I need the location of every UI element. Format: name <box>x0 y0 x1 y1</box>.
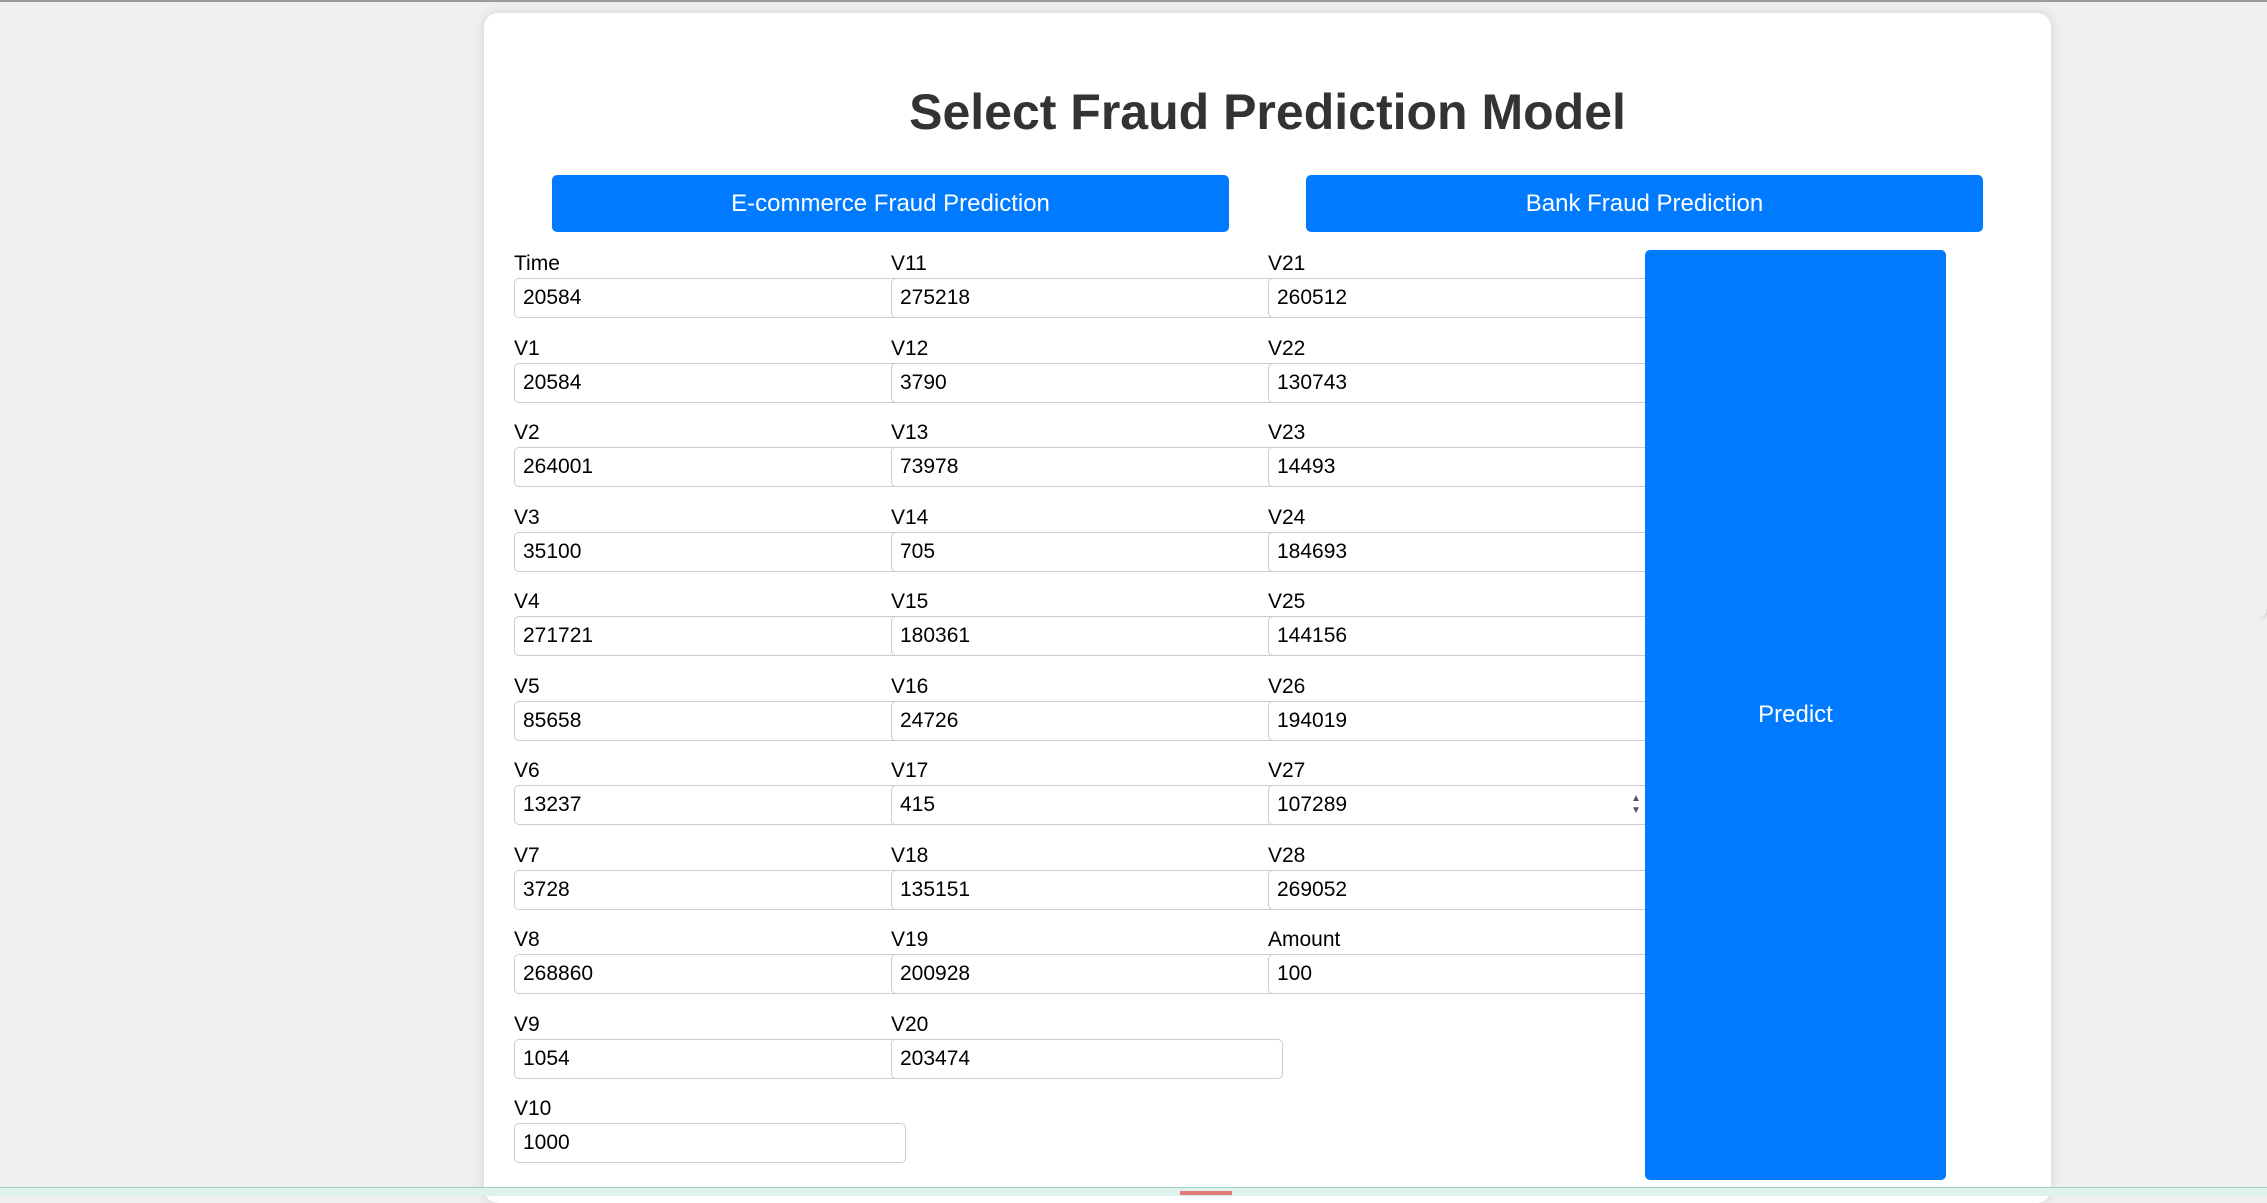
field-v7: V7 <box>514 842 906 910</box>
field-input-v9[interactable] <box>514 1039 906 1079</box>
field-label: V26 <box>1268 675 1306 698</box>
field-input-v22[interactable] <box>1268 363 1660 403</box>
field-input-v14[interactable] <box>891 532 1283 572</box>
field-label: V18 <box>891 844 929 867</box>
field-input-v24[interactable] <box>1268 532 1660 572</box>
field-input-v13[interactable] <box>891 447 1283 487</box>
field-label: V2 <box>514 421 540 444</box>
field-input-amount[interactable] <box>1268 954 1660 994</box>
field-label: Amount <box>1268 928 1341 951</box>
window-top-border <box>0 0 2267 2</box>
field-v1: V1 <box>514 335 906 403</box>
field-label: V3 <box>514 506 540 529</box>
field-label: V27 <box>1268 759 1306 782</box>
field-input-v21[interactable] <box>1268 278 1660 318</box>
field-v9: V9 <box>514 1011 906 1079</box>
field-label: V25 <box>1268 590 1306 613</box>
field-v5: V5 <box>514 673 906 741</box>
field-v16: V16 <box>891 673 1283 741</box>
field-label: V23 <box>1268 421 1306 444</box>
field-label: V20 <box>891 1013 929 1036</box>
field-v2: V2 <box>514 419 906 487</box>
field-time: Time <box>514 250 906 318</box>
number-spinner-icon[interactable]: ▲ ▼ <box>1629 793 1643 819</box>
field-label: V28 <box>1268 844 1306 867</box>
field-input-v15[interactable] <box>891 616 1283 656</box>
field-input-v6[interactable] <box>514 785 906 825</box>
field-v17: V17 <box>891 757 1283 825</box>
field-input-v17[interactable] <box>891 785 1283 825</box>
field-input-v10[interactable] <box>514 1123 906 1163</box>
side-panel-edge <box>2255 0 2267 620</box>
field-input-v23[interactable] <box>1268 447 1660 487</box>
field-v22: V22 <box>1268 335 1660 403</box>
field-input-v20[interactable] <box>891 1039 1283 1079</box>
field-input-v4[interactable] <box>514 616 906 656</box>
field-label: V12 <box>891 337 929 360</box>
field-input-v2[interactable] <box>514 447 906 487</box>
field-label: V11 <box>891 252 927 275</box>
field-label: V5 <box>514 675 540 698</box>
field-v11: V11 <box>891 250 1283 318</box>
field-label: V22 <box>1268 337 1306 360</box>
field-input-v26[interactable] <box>1268 701 1660 741</box>
field-v10: V10 <box>514 1095 906 1163</box>
field-v14: V14 <box>891 504 1283 572</box>
field-v25: V25 <box>1268 588 1660 656</box>
field-v18: V18 <box>891 842 1283 910</box>
page-title: Select Fraud Prediction Model <box>909 84 1626 140</box>
field-label: V24 <box>1268 506 1306 529</box>
predict-button[interactable]: Predict <box>1645 250 1946 1180</box>
field-v24: V24 <box>1268 504 1660 572</box>
field-label: V1 <box>514 337 540 360</box>
field-input-v8[interactable] <box>514 954 906 994</box>
bank-fraud-button[interactable]: Bank Fraud Prediction <box>1306 175 1983 232</box>
field-label: V16 <box>891 675 929 698</box>
field-v4: V4 <box>514 588 906 656</box>
field-label: V10 <box>514 1097 552 1120</box>
field-label: Time <box>514 252 560 275</box>
field-input-time[interactable] <box>514 278 906 318</box>
field-v8: V8 <box>514 926 906 994</box>
field-label: V21 <box>1268 252 1306 275</box>
field-v3: V3 <box>514 504 906 572</box>
field-input-v25[interactable] <box>1268 616 1660 656</box>
field-input-v16[interactable] <box>891 701 1283 741</box>
field-v23: V23 <box>1268 419 1660 487</box>
field-label: V9 <box>514 1013 540 1036</box>
taskbar-indicator <box>1180 1191 1232 1195</box>
field-v20: V20 <box>891 1011 1283 1079</box>
field-v21: V21 <box>1268 250 1660 318</box>
field-v28: V28 <box>1268 842 1660 910</box>
field-v15: V15 <box>891 588 1283 656</box>
field-v6: V6 <box>514 757 906 825</box>
field-input-v19[interactable] <box>891 954 1283 994</box>
field-label: V8 <box>514 928 540 951</box>
field-input-v18[interactable] <box>891 870 1283 910</box>
field-label: V19 <box>891 928 929 951</box>
field-v13: V13 <box>891 419 1283 487</box>
field-input-v28[interactable] <box>1268 870 1660 910</box>
field-label: V4 <box>514 590 540 613</box>
field-label: V7 <box>514 844 540 867</box>
field-v12: V12 <box>891 335 1283 403</box>
field-v27: V27 <box>1268 757 1660 825</box>
field-amount: Amount <box>1268 926 1660 994</box>
field-label: V15 <box>891 590 929 613</box>
field-input-v3[interactable] <box>514 532 906 572</box>
field-input-v1[interactable] <box>514 363 906 403</box>
field-label: V13 <box>891 421 929 444</box>
field-v19: V19 <box>891 926 1283 994</box>
field-input-v5[interactable] <box>514 701 906 741</box>
field-input-v12[interactable] <box>891 363 1283 403</box>
field-input-v11[interactable] <box>891 278 1283 318</box>
field-label: V14 <box>891 506 929 529</box>
field-input-v7[interactable] <box>514 870 906 910</box>
ecommerce-fraud-button[interactable]: E-commerce Fraud Prediction <box>552 175 1229 232</box>
field-input-v27[interactable] <box>1268 785 1660 825</box>
field-label: V17 <box>891 759 929 782</box>
field-label: V6 <box>514 759 540 782</box>
field-v26: V26 <box>1268 673 1660 741</box>
